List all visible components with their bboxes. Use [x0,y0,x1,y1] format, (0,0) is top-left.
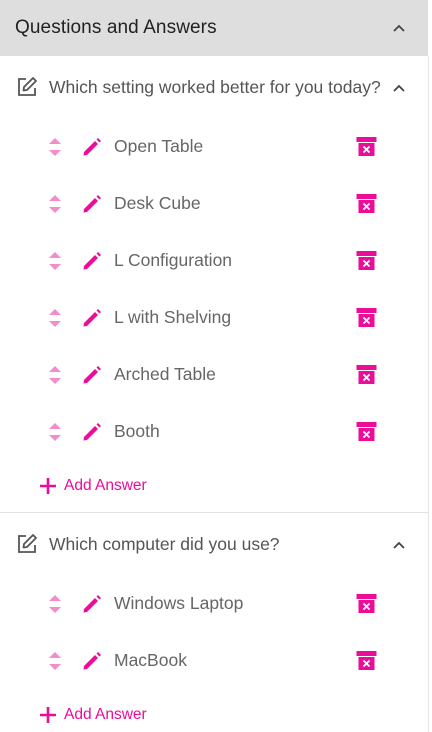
answer-text[interactable]: Desk Cube [114,193,201,214]
answer-row: Booth [0,403,428,460]
pencil-icon[interactable] [81,193,103,215]
answer-row: Desk Cube [0,175,428,232]
panel-title: Questions and Answers [15,17,217,38]
pencil-icon[interactable] [81,307,103,329]
answer-text[interactable]: L with Shelving [114,307,231,328]
trash-icon[interactable] [356,649,377,673]
trash-icon[interactable] [356,420,377,444]
add-answer-label[interactable]: Add Answer [64,706,147,724]
sort-handle-icon[interactable] [47,249,63,273]
pencil-icon[interactable] [81,364,103,386]
answer-row: L with Shelving [0,289,428,346]
add-answer-button[interactable]: Add Answer [0,689,428,732]
answer-list: Windows Laptop MacBook [0,575,428,689]
pencil-icon[interactable] [81,421,103,443]
add-answer-label[interactable]: Add Answer [64,477,147,495]
answer-row: Open Table [0,118,428,175]
answer-row: L Configuration [0,232,428,289]
trash-icon[interactable] [356,592,377,616]
add-answer-button[interactable]: Add Answer [0,460,428,512]
answer-row: Windows Laptop [0,575,428,632]
sort-handle-icon[interactable] [47,306,63,330]
sort-handle-icon[interactable] [47,135,63,159]
chevron-up-icon[interactable] [392,537,406,555]
sort-handle-icon[interactable] [47,420,63,444]
pencil-icon[interactable] [81,650,103,672]
plus-icon [39,706,57,724]
answer-text[interactable]: Windows Laptop [114,593,243,614]
question-text[interactable]: Which computer did you use? [49,534,280,555]
question-header[interactable]: Which computer did you use? [0,513,428,575]
sort-handle-icon[interactable] [47,649,63,673]
chevron-up-icon[interactable] [392,80,406,98]
answer-text[interactable]: Arched Table [114,364,216,385]
sort-handle-icon[interactable] [47,192,63,216]
answer-row: MacBook [0,632,428,689]
question-text[interactable]: Which setting worked better for you toda… [49,77,381,98]
trash-icon[interactable] [356,363,377,387]
question-header[interactable]: Which setting worked better for you toda… [0,56,428,118]
pencil-icon[interactable] [81,136,103,158]
answer-text[interactable]: MacBook [114,650,187,671]
panel-divider [428,56,429,732]
trash-icon[interactable] [356,306,377,330]
chevron-up-icon[interactable] [392,21,406,35]
panel-header[interactable]: Questions and Answers [0,0,428,56]
questions-panel: Questions and Answers Which setting work… [0,0,428,732]
trash-icon[interactable] [356,192,377,216]
trash-icon[interactable] [356,249,377,273]
pencil-icon[interactable] [81,593,103,615]
sort-handle-icon[interactable] [47,363,63,387]
plus-icon [39,477,57,495]
answer-text[interactable]: Open Table [114,136,203,157]
answer-text[interactable]: Booth [114,421,160,442]
answer-list: Open Table Desk Cube L Configuration L w… [0,118,428,460]
question-block: Which computer did you use? Windows Lapt… [0,513,428,732]
pencil-icon[interactable] [81,250,103,272]
edit-square-icon[interactable] [15,532,39,556]
answer-text[interactable]: L Configuration [114,250,232,271]
sort-handle-icon[interactable] [47,592,63,616]
trash-icon[interactable] [356,135,377,159]
question-block: Which setting worked better for you toda… [0,56,428,513]
answer-row: Arched Table [0,346,428,403]
edit-square-icon[interactable] [15,75,39,99]
